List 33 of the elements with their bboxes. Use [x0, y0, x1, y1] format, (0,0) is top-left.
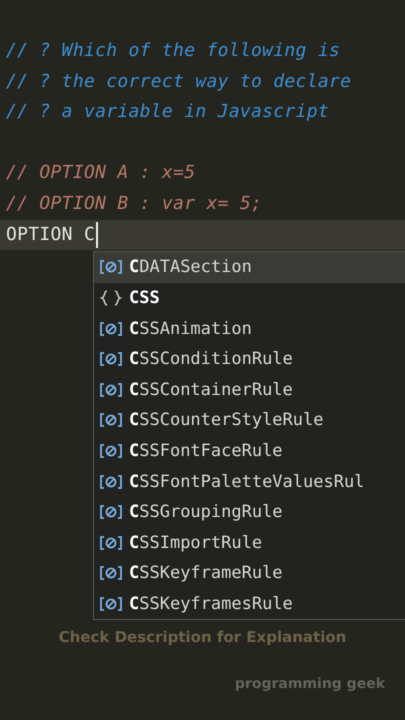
suggestion-item[interactable]: CSSContainerRule: [94, 374, 405, 406]
variable-icon: [99, 442, 123, 460]
code-comment: // OPTION B : var x= 5;: [6, 192, 262, 216]
suggestion-item[interactable]: CDATASection: [94, 252, 405, 283]
suggestion-item[interactable]: CSSFontPaletteValuesRul: [94, 466, 405, 497]
code-comment: // ? the correct way to declare: [6, 70, 352, 94]
variable-icon: [99, 258, 123, 276]
suggestion-item[interactable]: CSSAnimation: [94, 313, 405, 344]
variable-icon: [99, 534, 123, 552]
variable-icon: [99, 472, 123, 491]
suggestion-item[interactable]: CSSCounterStyleRule: [94, 405, 405, 436]
suggestion-item[interactable]: CSS: [94, 282, 405, 314]
suggestion-item[interactable]: CSSGroupingRule: [94, 496, 405, 528]
suggestion-item[interactable]: CSSFontFaceRule: [94, 436, 405, 466]
variable-icon: [99, 350, 123, 368]
variable-icon: [99, 380, 123, 399]
suggestion-item[interactable]: CSSKeyframesRule: [94, 588, 405, 620]
suggestion-item[interactable]: CSSImportRule: [94, 528, 405, 558]
variable-icon: [99, 564, 123, 582]
variable-icon: [99, 594, 123, 613]
braces-icon: [99, 289, 123, 308]
text-cursor: [96, 222, 98, 248]
caption-text: Check Description for Explanation: [58, 628, 348, 646]
suggestion-item[interactable]: CSSConditionRule: [94, 344, 405, 375]
variable-icon: [99, 503, 123, 522]
variable-icon: [99, 320, 123, 338]
code-comment: // OPTION A : x=5: [6, 161, 196, 186]
suggestion-item[interactable]: CSSKeyframeRule: [94, 558, 405, 589]
variable-icon: [99, 411, 123, 430]
code-text: OPTION C: [6, 222, 96, 247]
code-comment: // ? Which of the following is: [6, 39, 340, 63]
credit-text: programming geek: [234, 676, 386, 692]
code-comment: // ? a variable in Javascript: [6, 100, 329, 124]
